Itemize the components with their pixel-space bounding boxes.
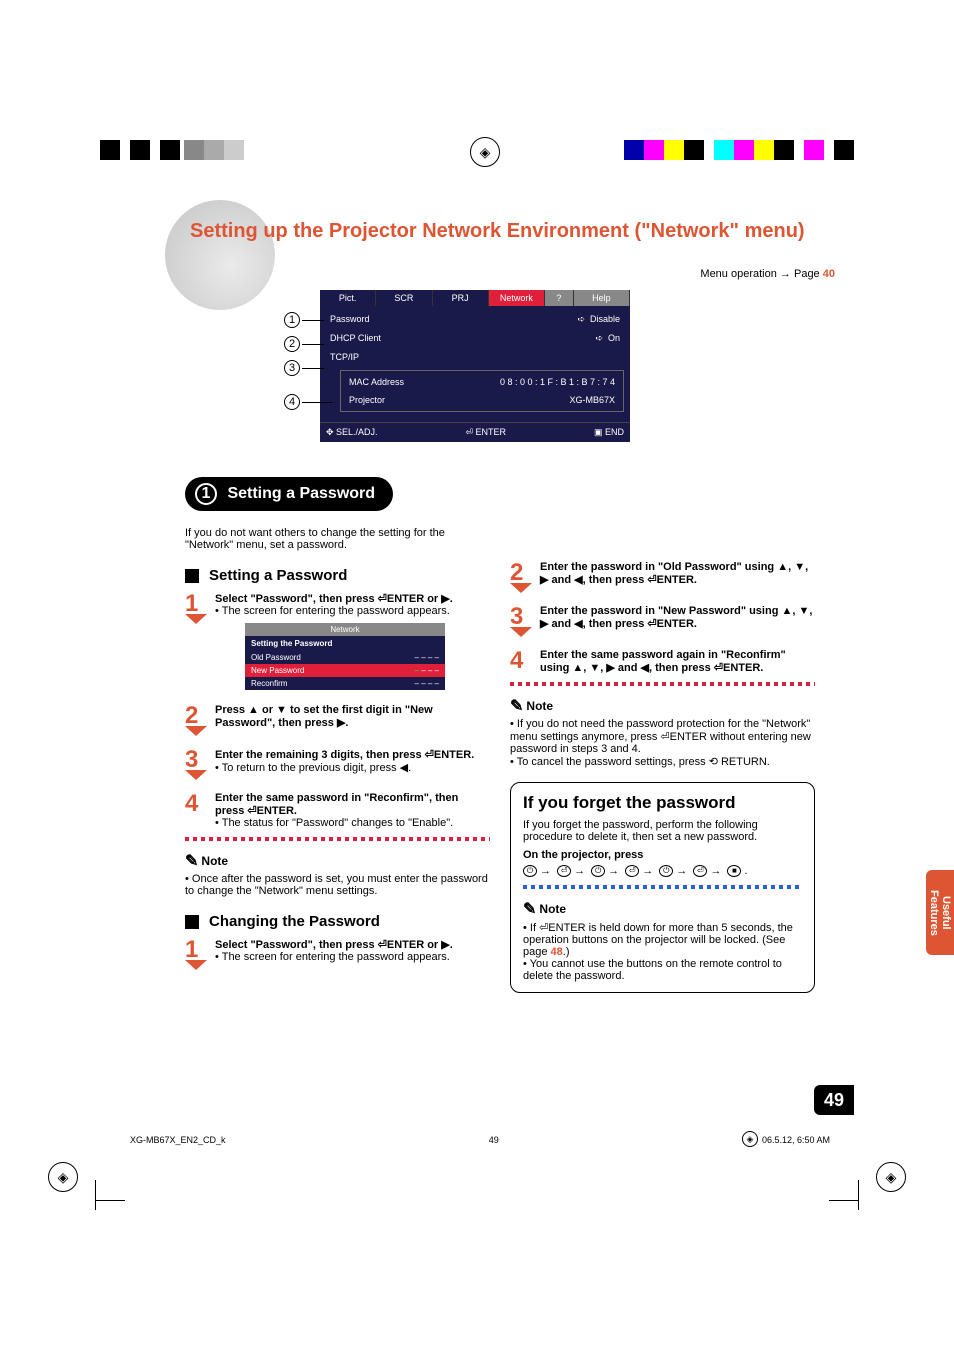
callout-2: 2 <box>284 336 300 352</box>
callout-1: 1 <box>284 312 300 328</box>
forget-text: If you forget the password, perform the … <box>523 819 802 843</box>
menu-icon: ■ <box>727 865 741 877</box>
reg-target-icon: ◈ <box>470 137 500 167</box>
subheading-changing-password: Changing the Password <box>185 913 490 930</box>
note-divider <box>185 837 490 841</box>
enter-icon: ⏎ <box>693 865 707 877</box>
page-content: Setting up the Projector Network Environ… <box>95 185 855 993</box>
square-bullet-icon <box>185 915 199 929</box>
subheading-setting-password: Setting a Password <box>185 567 490 584</box>
forget-password-box: If you forget the password If you forget… <box>510 782 815 993</box>
forget-press-label: On the projector, press <box>523 849 802 861</box>
reg-bar-right <box>624 140 854 160</box>
left-column: Setting a Password 1 Select "Password", … <box>185 561 490 993</box>
note-header: ✎Note <box>523 899 802 919</box>
standby-icon: ⏻ <box>591 865 605 877</box>
note-bullet-1: If you do not need the password protecti… <box>510 718 815 755</box>
standby-icon: ⏻ <box>659 865 673 877</box>
pencil-icon: ✎ <box>510 696 523 716</box>
note-header: ✎Note <box>185 851 490 871</box>
osd-tab-pict: Pict. <box>320 290 376 306</box>
page-title: Setting up the Projector Network Environ… <box>190 220 855 243</box>
forget-note-2: You cannot use the buttons on the remote… <box>523 958 802 982</box>
note-divider <box>510 682 815 686</box>
osd-foot-enter: ⏎ ENTER <box>465 427 506 438</box>
registration-top: ◈ <box>0 140 954 180</box>
section-intro: If you do not want others to change the … <box>185 527 465 551</box>
pencil-icon: ✎ <box>523 899 536 919</box>
osd-tab-help-icon: ? <box>545 290 574 306</box>
reg-target-icon: ◈ <box>742 1131 758 1147</box>
right-column: 2 Enter the password in "Old Password" u… <box>510 561 815 993</box>
title-decoration <box>165 200 275 310</box>
page-link-40[interactable]: 40 <box>823 268 835 280</box>
button-sequence: ⏻→ ⏎→ ⏻→ ⏎→ ⏻→ ⏎→ ■ . <box>523 865 802 877</box>
r-step-3: 3 Enter the password in "New Password" u… <box>510 605 815 641</box>
osd-foot-sel: ✥ SEL./ADJ. <box>326 427 378 438</box>
standby-icon: ⏻ <box>523 865 537 877</box>
note-divider-blue <box>523 885 802 889</box>
step-3: 3 Enter the remaining 3 digits, then pre… <box>185 748 490 784</box>
registration-bottom: ◈ ◈ <box>0 1165 954 1205</box>
reg-bar-left <box>100 140 244 160</box>
osd-row-tcpip: TCP/IP <box>326 348 624 366</box>
osd-tab-help: Help <box>574 290 630 306</box>
pencil-icon: ✎ <box>185 851 198 871</box>
mini-osd-password: Network Setting the Password Old Passwor… <box>245 623 445 690</box>
page-link-48[interactable]: 48 <box>551 946 563 958</box>
r-step-2: 2 Enter the password in "Old Password" u… <box>510 561 815 597</box>
osd-tab-scr: SCR <box>376 290 432 306</box>
reg-target-icon: ◈ <box>876 1162 906 1192</box>
callout-4: 4 <box>284 394 300 410</box>
step-2: 2 Press ▲ or ▼ to set the first digit in… <box>185 704 490 740</box>
forget-title: If you forget the password <box>523 793 802 813</box>
callout-3: 3 <box>284 360 300 376</box>
reg-target-icon: ◈ <box>48 1162 78 1192</box>
print-footer: XG-MB67X_EN2_CD_k 49 ◈06.5.12, 6:50 AM <box>130 1135 830 1145</box>
step-4: 4 Enter the same password in "Reconfirm"… <box>185 792 490 829</box>
section-pill-setting-password: 1 Setting a Password <box>185 477 393 511</box>
osd-tab-prj: PRJ <box>433 290 489 306</box>
forget-note-1: If ⏎ENTER is held down for more than 5 s… <box>523 921 802 958</box>
r-step-4: 4 Enter the same password again in "Reco… <box>510 649 815 674</box>
osd-row-password: Password➪ Disable <box>326 310 624 329</box>
osd-tab-network: Network <box>489 290 545 306</box>
osd-menu-graphic: Pict. SCR PRJ Network ? Help Password➪ D… <box>320 290 630 442</box>
enter-icon: ⏎ <box>625 865 639 877</box>
page-number: 49 <box>814 1085 854 1115</box>
osd-row-dhcp: DHCP Client➪ On <box>326 329 624 348</box>
osd-sub-box: MAC Address0 8 : 0 0 : 1 F : B 1 : B 7 :… <box>340 370 624 412</box>
osd-foot-end: ▣ END <box>594 427 624 438</box>
note-bullet-2: To cancel the password settings, press ⟲… <box>510 755 815 768</box>
note-header: ✎Note <box>510 696 815 716</box>
square-bullet-icon <box>185 569 199 583</box>
step-1: 1 Select "Password", then press ⏎ENTER o… <box>185 592 490 696</box>
side-tab-useful-features: Useful Features <box>926 870 954 955</box>
change-step-1: 1 Select "Password", then press ⏎ENTER o… <box>185 938 490 974</box>
enter-icon: ⏎ <box>557 865 571 877</box>
note-text: Once after the password is set, you must… <box>185 873 490 897</box>
